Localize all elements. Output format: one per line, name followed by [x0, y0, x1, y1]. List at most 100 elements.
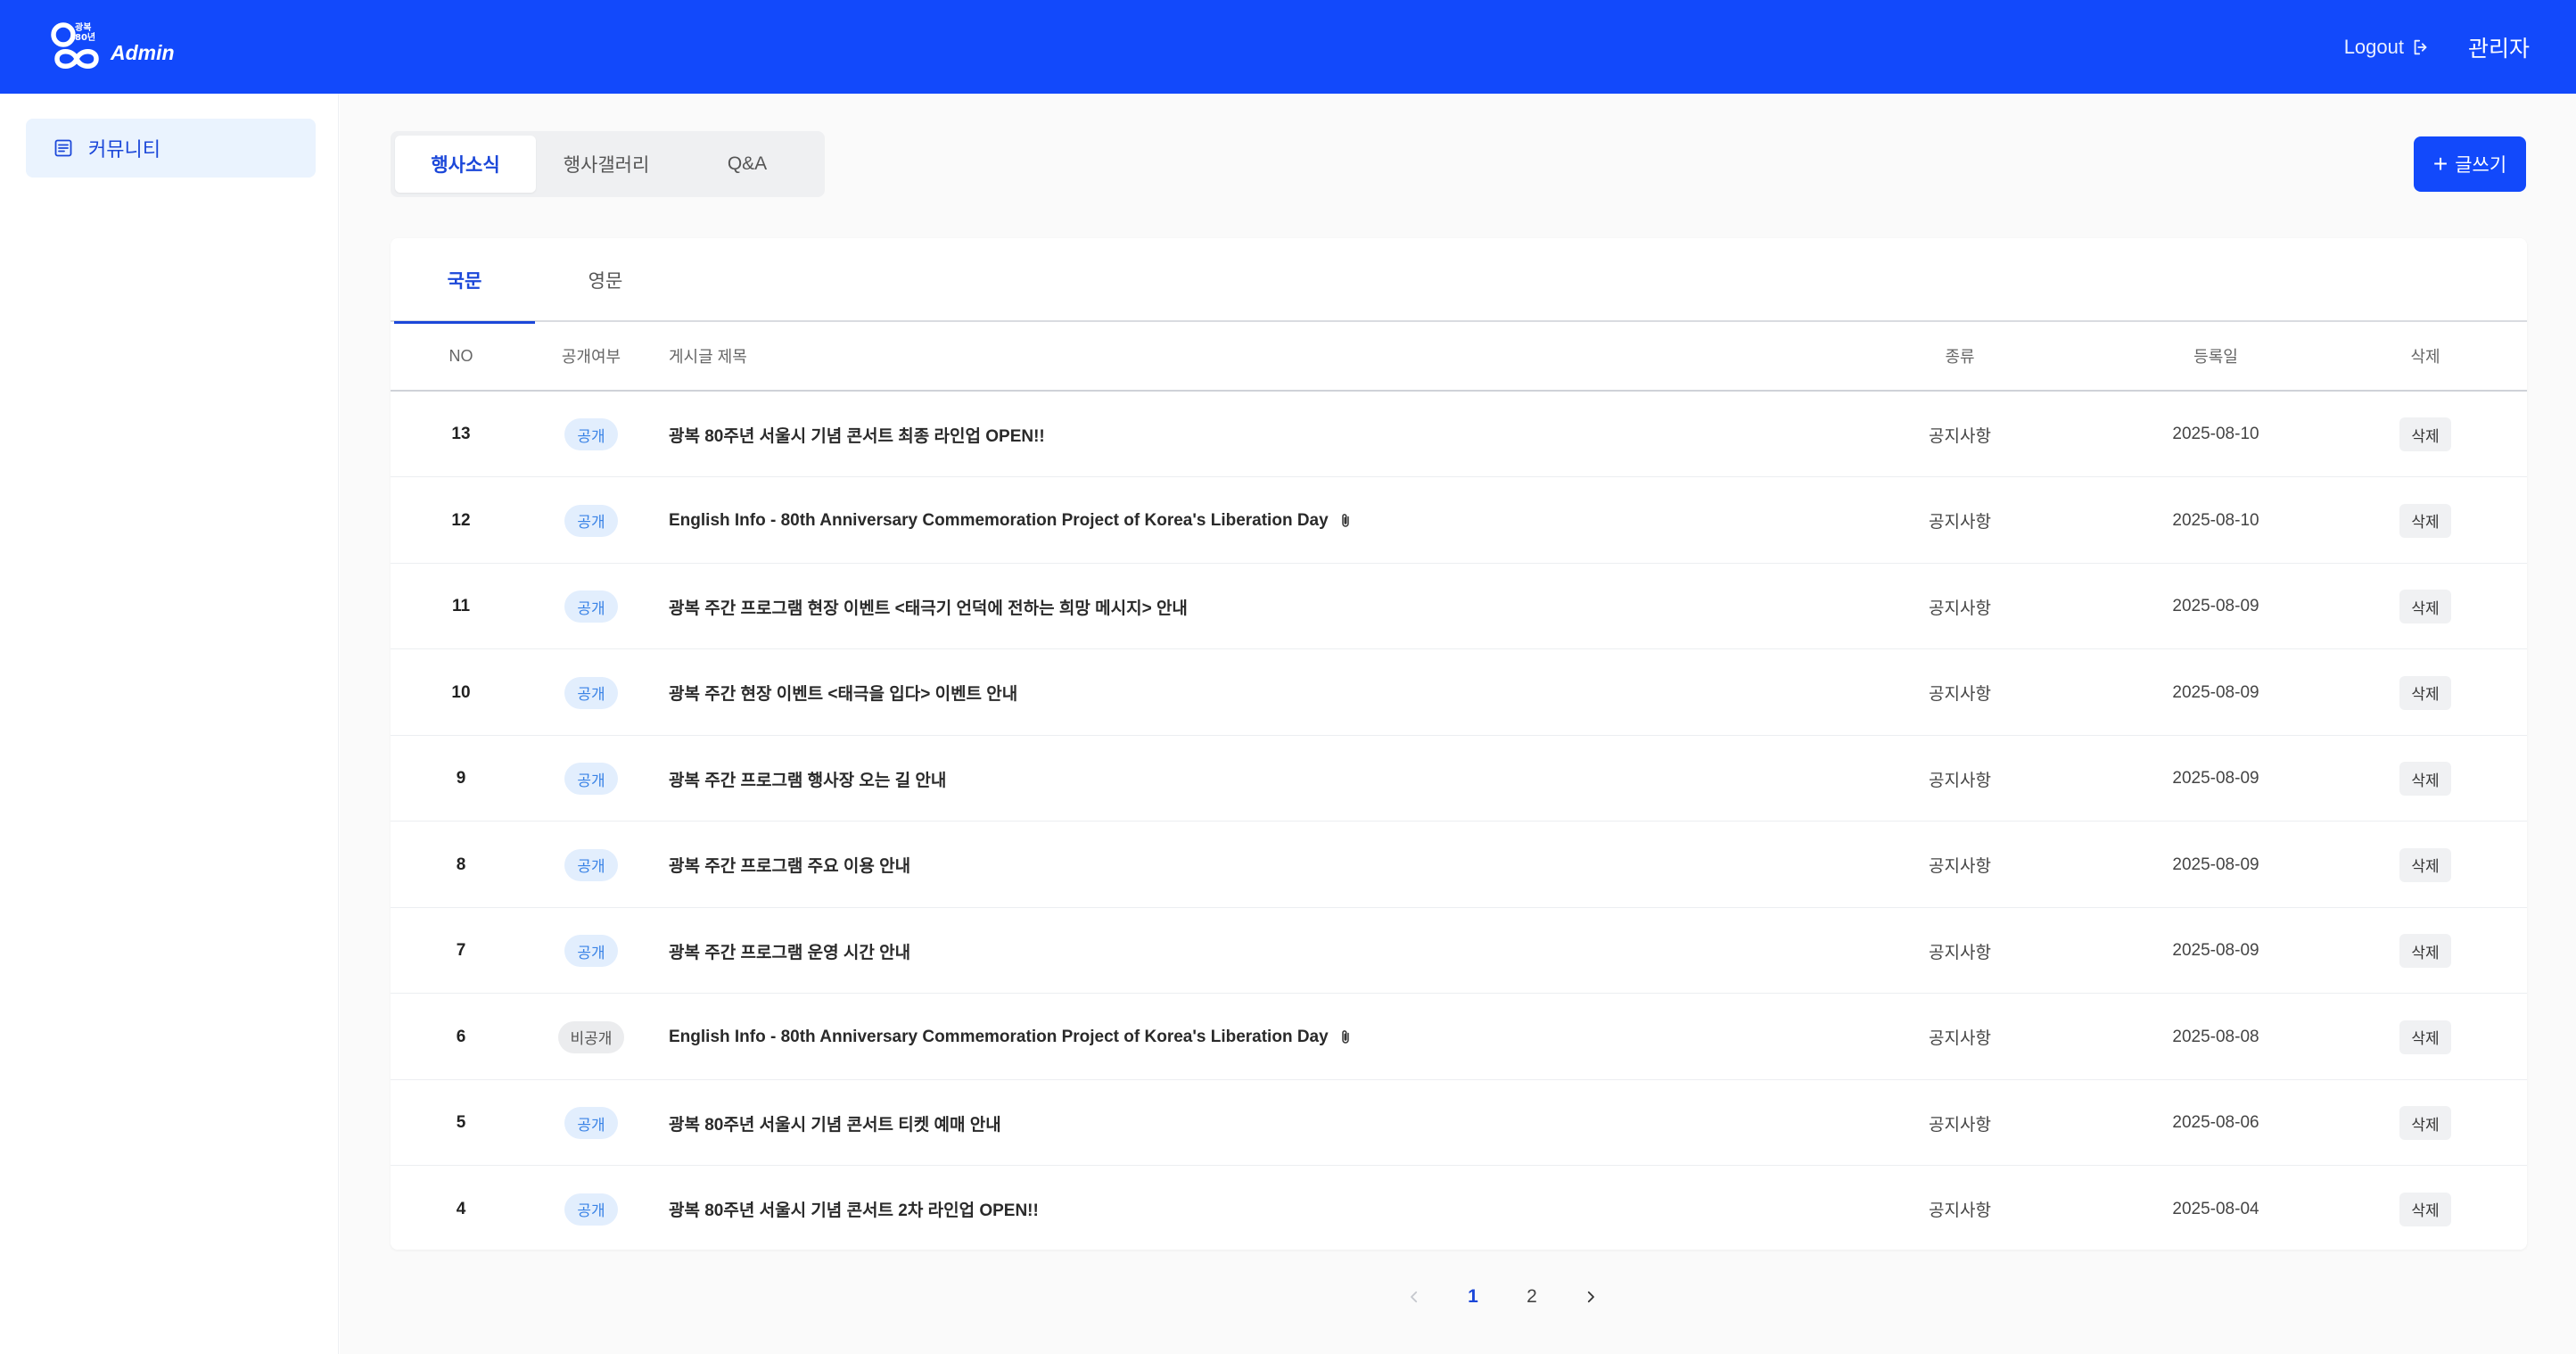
post-title[interactable]: 광복 80주년 서울시 기념 콘서트 최종 라인업 OPEN!!: [669, 423, 1045, 447]
page-2-button[interactable]: 2: [1510, 1275, 1554, 1319]
post-title-cell[interactable]: English Info - 80th Anniversary Commemor…: [669, 478, 1828, 564]
row-number: 7: [456, 941, 466, 960]
post-date: 2025-08-09: [2172, 597, 2259, 615]
post-date: 2025-08-09: [2172, 682, 2259, 702]
write-post-button[interactable]: + 글쓰기: [2414, 136, 2526, 192]
visibility-cell: 공개: [531, 908, 651, 994]
delete-cell: 삭제: [2347, 1080, 2504, 1166]
user-name: 관리자: [2467, 36, 2530, 62]
write-post-label: 글쓰기: [2455, 155, 2507, 176]
post-title-cell[interactable]: 광복 주간 프로그램 행사장 오는 길 안내: [669, 736, 1828, 821]
table-row[interactable]: 8 공개 광복 주간 프로그램 주요 이용 안내 공지사항 2025-08-09 삭제: [391, 822, 2527, 908]
post-date: 2025-08-04: [2172, 1199, 2259, 1218]
table-header: NO 공개여부 게시글 제목 종류 등록일 삭제: [391, 322, 2527, 392]
tab-korean[interactable]: 국문: [394, 238, 535, 324]
row-number: 9: [456, 769, 466, 788]
logo[interactable]: 광복 80년 Admin: [46, 20, 175, 73]
delete-button[interactable]: 삭제: [2399, 503, 2451, 538]
post-title-cell[interactable]: 광복 주간 프로그램 현장 이벤트 <태극기 언덕에 전하는 희망 메시지> 안…: [669, 564, 1828, 649]
post-date: 2025-08-10: [2172, 510, 2259, 530]
prev-page-button[interactable]: [1392, 1275, 1436, 1319]
delete-cell: 삭제: [2347, 995, 2504, 1080]
visibility-badge: 공개: [564, 935, 618, 967]
delete-button[interactable]: 삭제: [2399, 675, 2451, 710]
page-1-button[interactable]: 1: [1451, 1275, 1495, 1319]
delete-button[interactable]: 삭제: [2399, 762, 2451, 796]
post-title-cell[interactable]: English Info - 80th Anniversary Commemor…: [669, 995, 1828, 1080]
tab-qna[interactable]: Q&A: [677, 136, 818, 193]
delete-button[interactable]: 삭제: [2399, 1020, 2451, 1054]
table-row[interactable]: 10 공개 광복 주간 현장 이벤트 <태극을 입다> 이벤트 안내 공지사항 2025…: [391, 650, 2527, 736]
logo-admin-text: Admin: [111, 40, 175, 64]
visibility-cell: 공개: [531, 1080, 651, 1166]
next-page-button[interactable]: [1568, 1275, 1613, 1319]
table-row[interactable]: 5 공개 광복 80주년 서울시 기념 콘서트 티켓 예매 안내 공지사항 2025-0…: [391, 1080, 2527, 1166]
delete-cell: 삭제: [2347, 392, 2504, 477]
column-header-delete: 삭제: [2410, 348, 2440, 366]
delete-button[interactable]: 삭제: [2399, 847, 2451, 882]
post-title-cell[interactable]: 광복 80주년 서울시 기념 콘서트 2차 라인업 OPEN!!: [669, 1167, 1828, 1251]
row-number: 11: [451, 597, 471, 615]
delete-cell: 삭제: [2347, 564, 2504, 649]
post-title-cell[interactable]: 광복 주간 프로그램 운영 시간 안내: [669, 908, 1828, 994]
visibility-badge: 공개: [564, 590, 618, 623]
post-title[interactable]: 광복 주간 프로그램 현장 이벤트 <태극기 언덕에 전하는 희망 메시지> 안…: [669, 595, 1188, 619]
chevron-right-icon: [1587, 1291, 1594, 1303]
row-number: 6: [456, 1027, 466, 1046]
table-row[interactable]: 6 비공개 English Info - 80th Anniversary Comm…: [391, 995, 2527, 1080]
post-title-cell[interactable]: 광복 80주년 서울시 기념 콘서트 티켓 예매 안내: [669, 1080, 1828, 1166]
post-type: 공지사항: [1929, 426, 1991, 446]
tab-event-news[interactable]: 행사소식: [395, 136, 536, 193]
chevron-left-icon: [1411, 1291, 1418, 1303]
row-number: 8: [456, 855, 466, 874]
delete-cell: 삭제: [2347, 650, 2504, 736]
logo-80-mark: 광복 80년: [46, 20, 105, 73]
delete-button[interactable]: 삭제: [2399, 590, 2451, 623]
tab-event-gallery[interactable]: 행사갤러리: [536, 136, 677, 193]
table-row[interactable]: 4 공개 광복 80주년 서울시 기념 콘서트 2차 라인업 OPEN!! 공지사항 2…: [391, 1167, 2527, 1251]
post-title[interactable]: 광복 주간 현장 이벤트 <태극을 입다> 이벤트 안내: [669, 681, 1017, 705]
sidebar-item-community[interactable]: 커뮤니티: [26, 119, 316, 178]
delete-button[interactable]: 삭제: [2399, 417, 2451, 451]
sidebar: 커뮤니티: [0, 94, 339, 1354]
visibility-cell: 비공개: [531, 995, 651, 1080]
post-title[interactable]: 광복 80주년 서울시 기념 콘서트 2차 라인업 OPEN!!: [669, 1197, 1039, 1221]
delete-cell: 삭제: [2347, 478, 2504, 564]
visibility-cell: 공개: [531, 1167, 651, 1251]
logout-button[interactable]: Logout: [2344, 36, 2431, 59]
table-row[interactable]: 13 공개 광복 80주년 서울시 기념 콘서트 최종 라인업 OPEN!! 공지사항…: [391, 392, 2527, 477]
delete-button[interactable]: 삭제: [2399, 1192, 2451, 1226]
post-title-cell[interactable]: 광복 80주년 서울시 기념 콘서트 최종 라인업 OPEN!!: [669, 392, 1828, 477]
logo-mark-text: 광복 80년: [75, 23, 96, 43]
delete-button[interactable]: 삭제: [2399, 1106, 2451, 1140]
post-title-cell[interactable]: 광복 주간 현장 이벤트 <태극을 입다> 이벤트 안내: [669, 650, 1828, 736]
table-row[interactable]: 11 공개 광복 주간 프로그램 현장 이벤트 <태극기 언덕에 전하는 희망 메시…: [391, 564, 2527, 649]
post-type: 공지사항: [1929, 857, 1991, 876]
delete-button[interactable]: 삭제: [2399, 934, 2451, 968]
post-date: 2025-08-10: [2172, 425, 2259, 443]
tab-english[interactable]: 영문: [535, 238, 676, 322]
delete-cell: 삭제: [2347, 1167, 2504, 1251]
post-table-card: 국문 영문 NO 공개여부 게시글 제목 종류 등록일 삭제 13 공개 광복 80…: [391, 238, 2527, 1250]
column-header-no: NO: [449, 346, 473, 365]
post-title[interactable]: English Info - 80th Anniversary Commemor…: [669, 1028, 1329, 1047]
plus-icon: +: [2432, 150, 2448, 178]
post-title-cell[interactable]: 광복 주간 프로그램 주요 이용 안내: [669, 822, 1828, 908]
category-tabs: 행사소식 행사갤러리 Q&A: [391, 131, 825, 197]
row-number: 4: [456, 1199, 466, 1218]
delete-cell: 삭제: [2347, 736, 2504, 821]
table-row[interactable]: 9 공개 광복 주간 프로그램 행사장 오는 길 안내 공지사항 2025-08-09 삭…: [391, 736, 2527, 821]
column-header-public: 공개여부: [561, 348, 621, 366]
table-row[interactable]: 7 공개 광복 주간 프로그램 운영 시간 안내 공지사항 2025-08-09 삭제: [391, 908, 2527, 994]
table-row[interactable]: 12 공개 English Info - 80th Anniversary Comm…: [391, 478, 2527, 564]
post-title[interactable]: 광복 80주년 서울시 기념 콘서트 티켓 예매 안내: [669, 1111, 1001, 1135]
visibility-badge: 공개: [564, 418, 618, 450]
post-date: 2025-08-09: [2172, 855, 2259, 874]
post-date: 2025-08-08: [2172, 1027, 2259, 1046]
post-title[interactable]: 광복 주간 프로그램 주요 이용 안내: [669, 853, 910, 877]
post-title[interactable]: English Info - 80th Anniversary Commemor…: [669, 511, 1329, 531]
post-title[interactable]: 광복 주간 프로그램 행사장 오는 길 안내: [669, 767, 946, 791]
visibility-badge: 비공개: [557, 1020, 625, 1053]
paperclip-icon: [1337, 511, 1354, 531]
post-title[interactable]: 광복 주간 프로그램 운영 시간 안내: [669, 939, 910, 963]
